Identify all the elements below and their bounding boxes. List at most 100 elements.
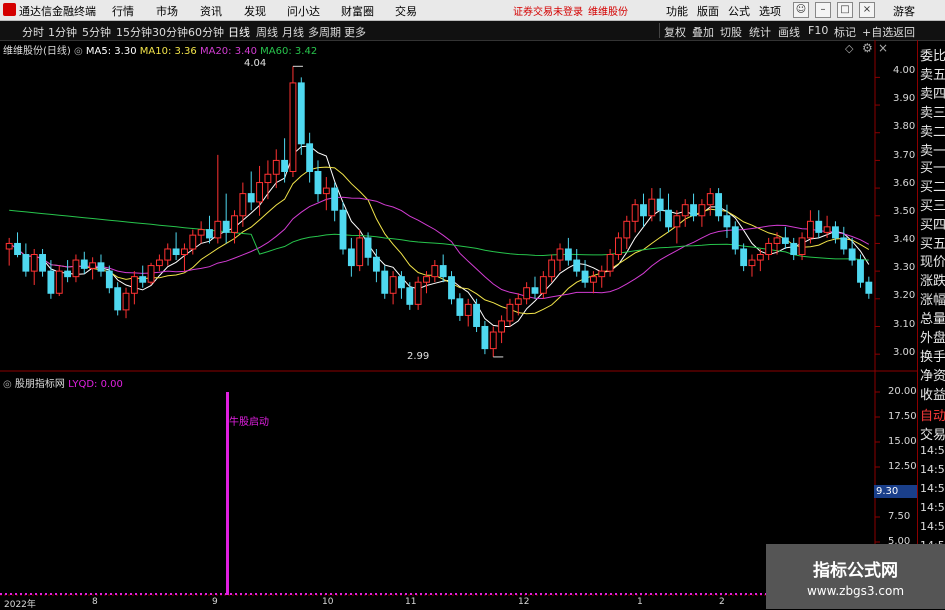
candle-body [581,270,589,283]
ma5-line [8,145,870,327]
candle-body [272,159,280,175]
candle-body [55,270,63,294]
candle-body [539,276,547,294]
ma20-line [8,196,870,300]
date-tick: 1 [637,597,643,607]
signal-label: 牛股启动 [229,417,269,428]
candle-body [464,303,472,316]
candle-body [648,198,656,217]
candle-body [398,276,405,289]
candle-body [865,281,873,294]
label-turnover: 换手 [920,350,945,365]
candle-body [314,170,322,195]
label-change: 涨跌 [920,274,945,289]
candle-body [731,226,739,250]
candle-body [656,198,664,211]
candle-body [765,242,773,256]
price-tick: 3.30 [893,262,916,273]
candle-body [256,182,263,203]
label-eps: 收益 [920,388,945,403]
candle-body [506,303,514,322]
tab-trade[interactable]: 交易 [920,424,945,443]
watermark-url: www.zbgs3.com [806,584,905,598]
label-volume: 总量 [920,312,945,327]
label-buy1: 买一 [920,161,945,176]
candle-body [114,287,122,311]
candle-body [748,259,756,267]
candle-body [339,209,347,250]
date-tick: 9 [212,597,218,607]
candle-body [606,254,614,272]
candle-body [247,193,255,203]
candle-body [790,242,798,256]
candle-body [498,320,506,333]
label-sell3: 卖三 [920,106,945,121]
candle-body [181,248,188,256]
candle-body [806,220,814,239]
candle-body [456,298,464,316]
candle-body [857,259,864,283]
high-annotation: 4.04 [244,58,267,69]
tick-time: 14:56 [920,444,945,457]
candle-body [523,287,531,300]
candle-body [289,82,297,172]
candle-body [715,193,723,217]
candle-body [690,204,697,217]
label-buy2: 买二 [920,180,945,195]
indicator-tick: 12.50 [888,461,917,472]
price-tick: 3.60 [893,178,916,189]
candle-body [623,220,631,239]
candle-body [214,220,222,239]
label-sell2: 卖二 [920,125,945,140]
chart-canvas[interactable] [0,0,945,609]
label-change-pct: 涨幅 [920,293,945,308]
candle-body [589,276,597,283]
label-outer: 外盘 [920,331,945,346]
tick-time: 14:56 [920,520,945,533]
candle-body [481,325,489,350]
tick-time: 14:56 [920,482,945,495]
candle-body [306,143,314,172]
candle-body [798,237,806,256]
candle-body [823,226,831,233]
candle-body [773,237,781,244]
candle-body [122,292,130,311]
price-tick: 3.20 [893,290,916,301]
indicator-title[interactable]: 股朋指标网 [15,379,65,390]
candle-body [364,237,372,258]
indicator-value: LYQD: 0.00 [68,379,123,390]
ma10-line [8,166,870,315]
indicator-tick: 20.00 [888,386,917,397]
candle-body [673,215,681,228]
candle-body [147,265,155,283]
candle-body [423,276,430,283]
low-annotation: 2.99 [407,351,430,362]
candle-body [372,256,380,272]
current-value-badge: 9.30 [874,485,918,498]
candle-body [5,242,13,250]
candle-body [439,265,447,278]
ma60-line [9,209,869,261]
label-wei-bi: 委比 [920,49,945,64]
candle-body [356,237,364,267]
date-tick: 2 [719,597,725,607]
candle-body [473,303,480,327]
candle-body [698,204,706,217]
candle-body [72,259,80,278]
candle-body [64,270,72,278]
candle-body [756,254,764,261]
candle-body [239,193,247,217]
indicator-toggle-icon[interactable]: ◎ [3,379,12,390]
tab-auto[interactable]: 自动 [920,405,945,424]
price-tick: 3.00 [893,347,916,358]
candle-body [840,237,848,250]
price-tick: 3.50 [893,206,916,217]
candle-body [640,204,647,217]
indicator-tick: 7.50 [888,511,911,522]
candle-body [89,262,97,269]
quote-side-panel: 委比 卖五 卖四 卖三 卖二 卖一 买一 买二 买三 买四 买五 现价 涨跌 涨… [917,40,945,609]
candle-body [448,276,455,300]
date-tick: 12 [518,597,530,607]
candle-body [222,220,230,233]
date-tick: 2022年 [4,600,36,610]
